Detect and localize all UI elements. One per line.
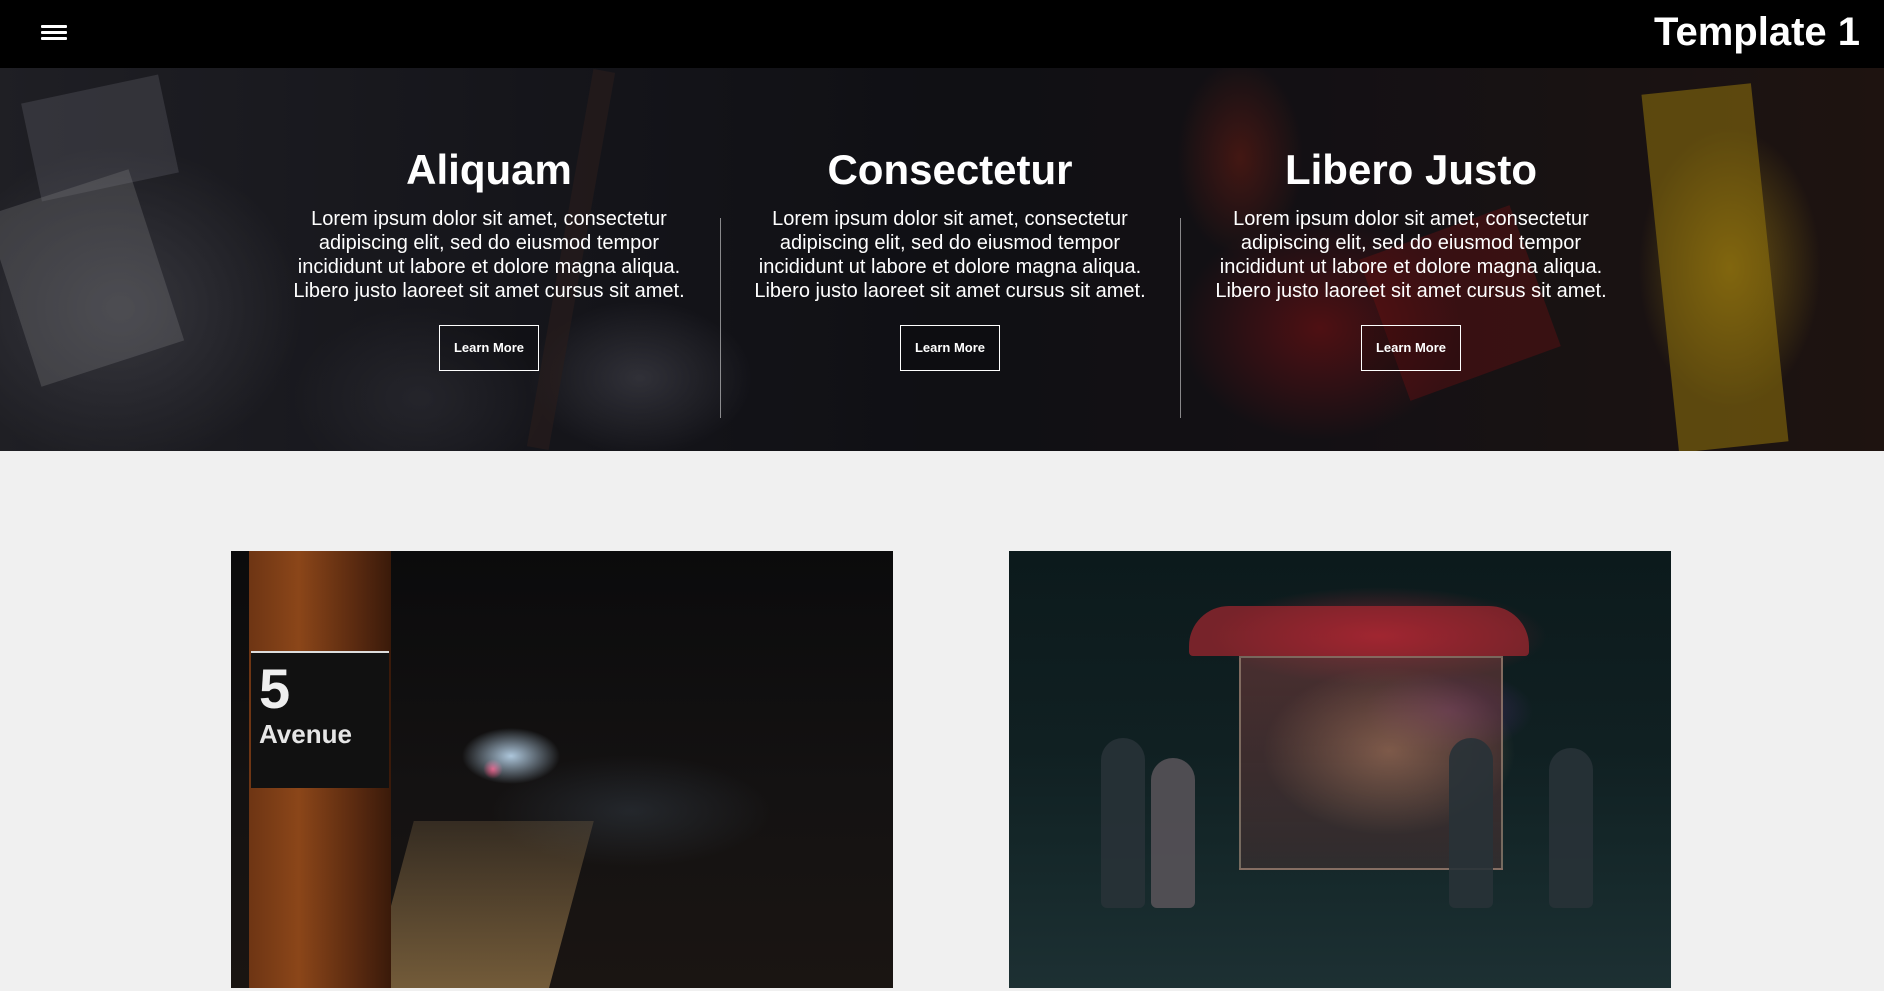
column-divider bbox=[1180, 218, 1181, 418]
person-silhouette bbox=[1151, 758, 1195, 908]
hero-column-text: Lorem ipsum dolor sit amet, consectetur … bbox=[1215, 208, 1607, 302]
food-cart-photo bbox=[1009, 551, 1671, 988]
column-divider bbox=[720, 218, 721, 418]
hamburger-menu-icon[interactable] bbox=[41, 20, 67, 44]
hero-column-consectetur: Consectetur Lorem ipsum dolor sit amet, … bbox=[750, 146, 1150, 371]
hero-column-text: Lorem ipsum dolor sit amet, consectetur … bbox=[754, 208, 1146, 302]
street-sign-number: 5 bbox=[259, 657, 291, 720]
hero-column-libero-justo: Libero Justo Lorem ipsum dolor sit amet,… bbox=[1211, 146, 1611, 371]
subway-station-photo: 5 Avenue bbox=[231, 551, 893, 988]
site-title: Template 1 bbox=[1654, 10, 1860, 54]
person-silhouette bbox=[1549, 748, 1593, 908]
hero-banner: Aliquam Lorem ipsum dolor sit amet, cons… bbox=[0, 68, 1884, 451]
hero-column-heading: Aliquam bbox=[406, 146, 572, 193]
street-sign-name: Avenue bbox=[259, 719, 352, 749]
hero-column-heading: Consectetur bbox=[827, 146, 1073, 193]
food-cart-roof bbox=[1189, 606, 1529, 656]
street-sign: 5 Avenue bbox=[251, 651, 389, 788]
subway-platform bbox=[368, 821, 594, 988]
learn-more-button[interactable]: Learn More bbox=[1360, 325, 1462, 371]
hero-column-heading: Libero Justo bbox=[1284, 146, 1538, 193]
person-silhouette bbox=[1101, 738, 1145, 908]
hero-column-aliquam: Aliquam Lorem ipsum dolor sit amet, cons… bbox=[289, 146, 689, 371]
top-navigation-bar: Template 1 bbox=[0, 0, 1884, 68]
learn-more-button[interactable]: Learn More bbox=[899, 325, 1001, 371]
person-silhouette bbox=[1449, 738, 1493, 908]
learn-more-button[interactable]: Learn More bbox=[438, 325, 540, 371]
hero-column-text: Lorem ipsum dolor sit amet, consectetur … bbox=[293, 208, 685, 302]
